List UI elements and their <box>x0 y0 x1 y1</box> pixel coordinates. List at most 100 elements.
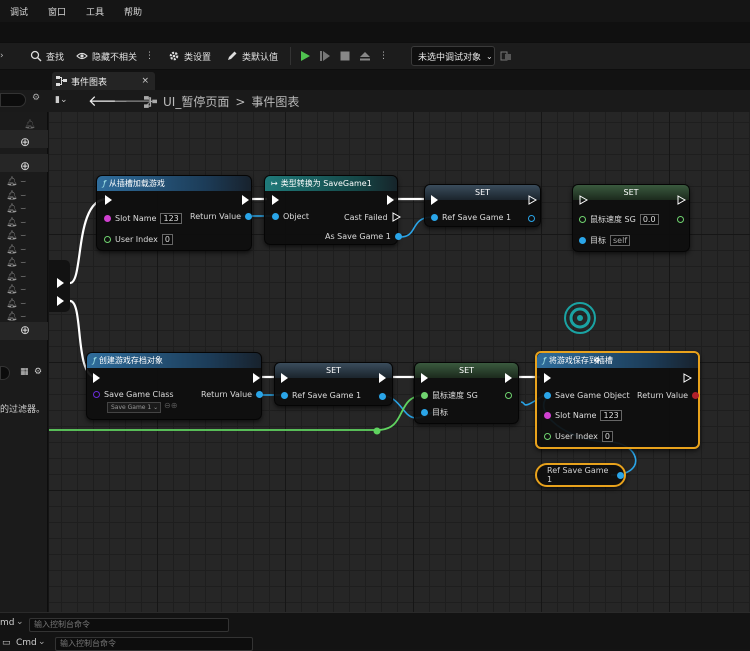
list-item[interactable]: 🔔︎ ⌣ <box>6 176 26 190</box>
details-search-input[interactable] <box>0 366 10 380</box>
console-cmd-label[interactable]: Cmd <box>16 638 37 648</box>
menu-tools[interactable]: 工具 <box>76 5 114 18</box>
class-defaults-button[interactable]: 类默认值 <box>226 45 278 67</box>
list-item[interactable]: 🔔︎ ⌣ <box>6 244 26 258</box>
exec-out-pin[interactable] <box>505 373 512 383</box>
list-item[interactable]: 🔔︎ ⌣ <box>6 190 26 204</box>
cast-node[interactable]: ↦ 类型转换为 SaveGame1 Object Cast Failed As S… <box>264 175 402 245</box>
as-savegame-pin[interactable]: As Save Game 1 <box>325 232 402 241</box>
menu-window[interactable]: 窗口 <box>38 5 76 18</box>
exec-in-pin[interactable] <box>431 195 438 205</box>
list-item[interactable]: 🔔︎ ⌣ <box>6 298 26 312</box>
chevron-down-icon[interactable]: ⌄ <box>38 637 46 647</box>
more-options-icon[interactable]: ⋮ <box>145 51 154 61</box>
exec-pin[interactable] <box>57 296 64 306</box>
return-value-pin[interactable]: Return Value <box>190 212 253 221</box>
exec-in-pin[interactable] <box>544 373 551 383</box>
class-select[interactable]: Save Game 1 ⌄ <box>107 402 161 413</box>
mouse-speed-pin[interactable]: 鼠标速度 SG 0.0 <box>579 214 659 225</box>
exec-in-pin[interactable] <box>272 195 279 205</box>
exec-in-pin[interactable] <box>93 373 100 383</box>
return-value-pin[interactable]: Return Value <box>637 391 700 400</box>
list-item[interactable]: 🔔︎ ⌣ <box>6 230 26 244</box>
graph-canvas[interactable]: ƒ 从插槽加载游戏 Slot Name 123 User Index 0 Return… <box>49 112 750 612</box>
console-cmd-label[interactable]: md <box>0 618 14 628</box>
gear-icon[interactable]: ⚙ <box>34 367 42 377</box>
close-icon[interactable]: × <box>141 76 149 86</box>
exec-out-pin[interactable] <box>253 373 260 383</box>
add-icon[interactable]: ⊕ <box>20 135 30 149</box>
view-options-icon[interactable]: ▮⌄ <box>55 95 68 105</box>
find-button[interactable]: 查找 <box>30 45 64 67</box>
mouse-speed-pin[interactable]: 鼠标速度 SG <box>421 390 478 401</box>
debug-target-dropdown[interactable]: 未选中调试对象 ⌄ <box>411 46 495 66</box>
slot-name-pin[interactable]: Slot Name 123 <box>104 213 182 224</box>
step-icon[interactable] <box>319 50 331 62</box>
exec-pin[interactable] <box>57 278 64 288</box>
save-game-object-pin[interactable]: Save Game Object <box>544 391 630 400</box>
output-pin[interactable] <box>528 215 535 222</box>
exec-out-icon[interactable] <box>677 195 686 205</box>
exec-out-pin[interactable] <box>379 373 386 383</box>
chevron-down-icon[interactable]: ⌄ <box>16 617 24 627</box>
exec-out-pin[interactable] <box>387 195 394 205</box>
set-ref-node[interactable]: SET Ref Save Game 1 <box>274 362 393 406</box>
hide-unrelated-button[interactable]: 隐藏不相关 ⋮ <box>76 45 154 67</box>
slot-name-pin[interactable]: Slot Name 123 <box>544 410 622 421</box>
slot-name-input[interactable]: 123 <box>600 410 622 421</box>
exec-in-pin[interactable] <box>281 373 288 383</box>
output-pin[interactable] <box>677 216 684 223</box>
exec-in-pin[interactable] <box>105 195 112 205</box>
gear-icon[interactable]: ⚙ <box>32 93 40 103</box>
exec-in-pin[interactable] <box>421 373 428 383</box>
exec-out-icon[interactable] <box>528 195 537 205</box>
get-ref-save-game-node[interactable]: Ref Save Game 1 <box>535 463 626 487</box>
target-pin[interactable]: 目标 self <box>579 235 631 246</box>
object-pin[interactable]: Object <box>272 212 309 221</box>
exec-out-pin[interactable] <box>242 195 249 205</box>
output-pin[interactable] <box>379 393 386 400</box>
set-ref-node[interactable]: SET Ref Save Game 1 <box>424 184 541 227</box>
save-game-class-pin[interactable]: Save Game Class <box>93 390 174 399</box>
set-mouse-speed-node[interactable]: SET 鼠标速度 SG 0.0 目标 self <box>572 184 690 252</box>
class-settings-button[interactable]: 类设置 <box>168 45 211 67</box>
more-options-icon[interactable]: ⋮ <box>379 51 388 61</box>
add-icon[interactable]: ⊕ <box>20 159 30 173</box>
list-item[interactable]: 🔔︎ ⌣ <box>6 203 26 217</box>
toolbar-overflow[interactable]: › <box>0 45 4 67</box>
left-search-input[interactable] <box>0 93 26 107</box>
cast-failed-pin[interactable]: Cast Failed <box>344 212 401 222</box>
user-index-input[interactable]: 0 <box>601 431 613 442</box>
stop-icon[interactable] <box>339 50 351 62</box>
menu-debug[interactable]: 调试 <box>0 5 38 18</box>
create-save-game-node[interactable]: ƒ 创建游戏存档对象 Save Game Class Save Game 1 ⌄ … <box>86 352 264 420</box>
menu-help[interactable]: 帮助 <box>114 5 152 18</box>
target-pin[interactable]: 目标 <box>421 407 448 418</box>
user-index-input[interactable]: 0 <box>161 234 173 245</box>
breadcrumb-root[interactable]: UI_暂停页面 <box>163 93 229 110</box>
add-icon[interactable]: ⊕ <box>20 323 30 337</box>
target-input[interactable]: self <box>610 235 631 246</box>
ref-save-game-pin[interactable]: Ref Save Game 1 <box>431 213 511 222</box>
list-item[interactable]: 🔔︎ ⌣ <box>6 284 26 298</box>
ref-save-game-pin[interactable]: Ref Save Game 1 <box>281 391 361 400</box>
user-index-pin[interactable]: User Index 0 <box>544 431 613 442</box>
browse-icon[interactable]: ⊖⊕ <box>164 401 177 410</box>
save-game-to-slot-node[interactable]: ƒ 将游戏保存到插槽 ✥ Save Game Object Return Value… <box>535 351 700 449</box>
tab-event-graph[interactable]: 事件图表 × <box>52 72 155 90</box>
play-icon[interactable] <box>299 50 311 62</box>
list-item[interactable]: 🔔︎ ⌣ <box>6 271 26 285</box>
exec-out-icon[interactable] <box>683 373 692 383</box>
return-value-pin[interactable]: Return Value <box>201 390 264 399</box>
output-pin[interactable] <box>505 392 512 399</box>
set-mouse-speed-node[interactable]: SET 鼠标速度 SG 目标 <box>414 362 519 424</box>
list-item[interactable]: 🔔︎ ⌣ <box>6 257 26 271</box>
output-pin[interactable] <box>617 471 624 479</box>
exec-in-icon[interactable] <box>579 195 588 205</box>
eject-icon[interactable] <box>359 50 371 62</box>
list-item[interactable]: 🔔︎ ⌣ <box>6 217 26 231</box>
debug-browse-icon[interactable] <box>500 45 512 67</box>
console-input[interactable]: 输入控制台命令 <box>29 618 229 632</box>
slot-name-input[interactable]: 123 <box>160 213 182 224</box>
load-game-node[interactable]: ƒ 从插槽加载游戏 Slot Name 123 User Index 0 Return… <box>96 175 253 251</box>
